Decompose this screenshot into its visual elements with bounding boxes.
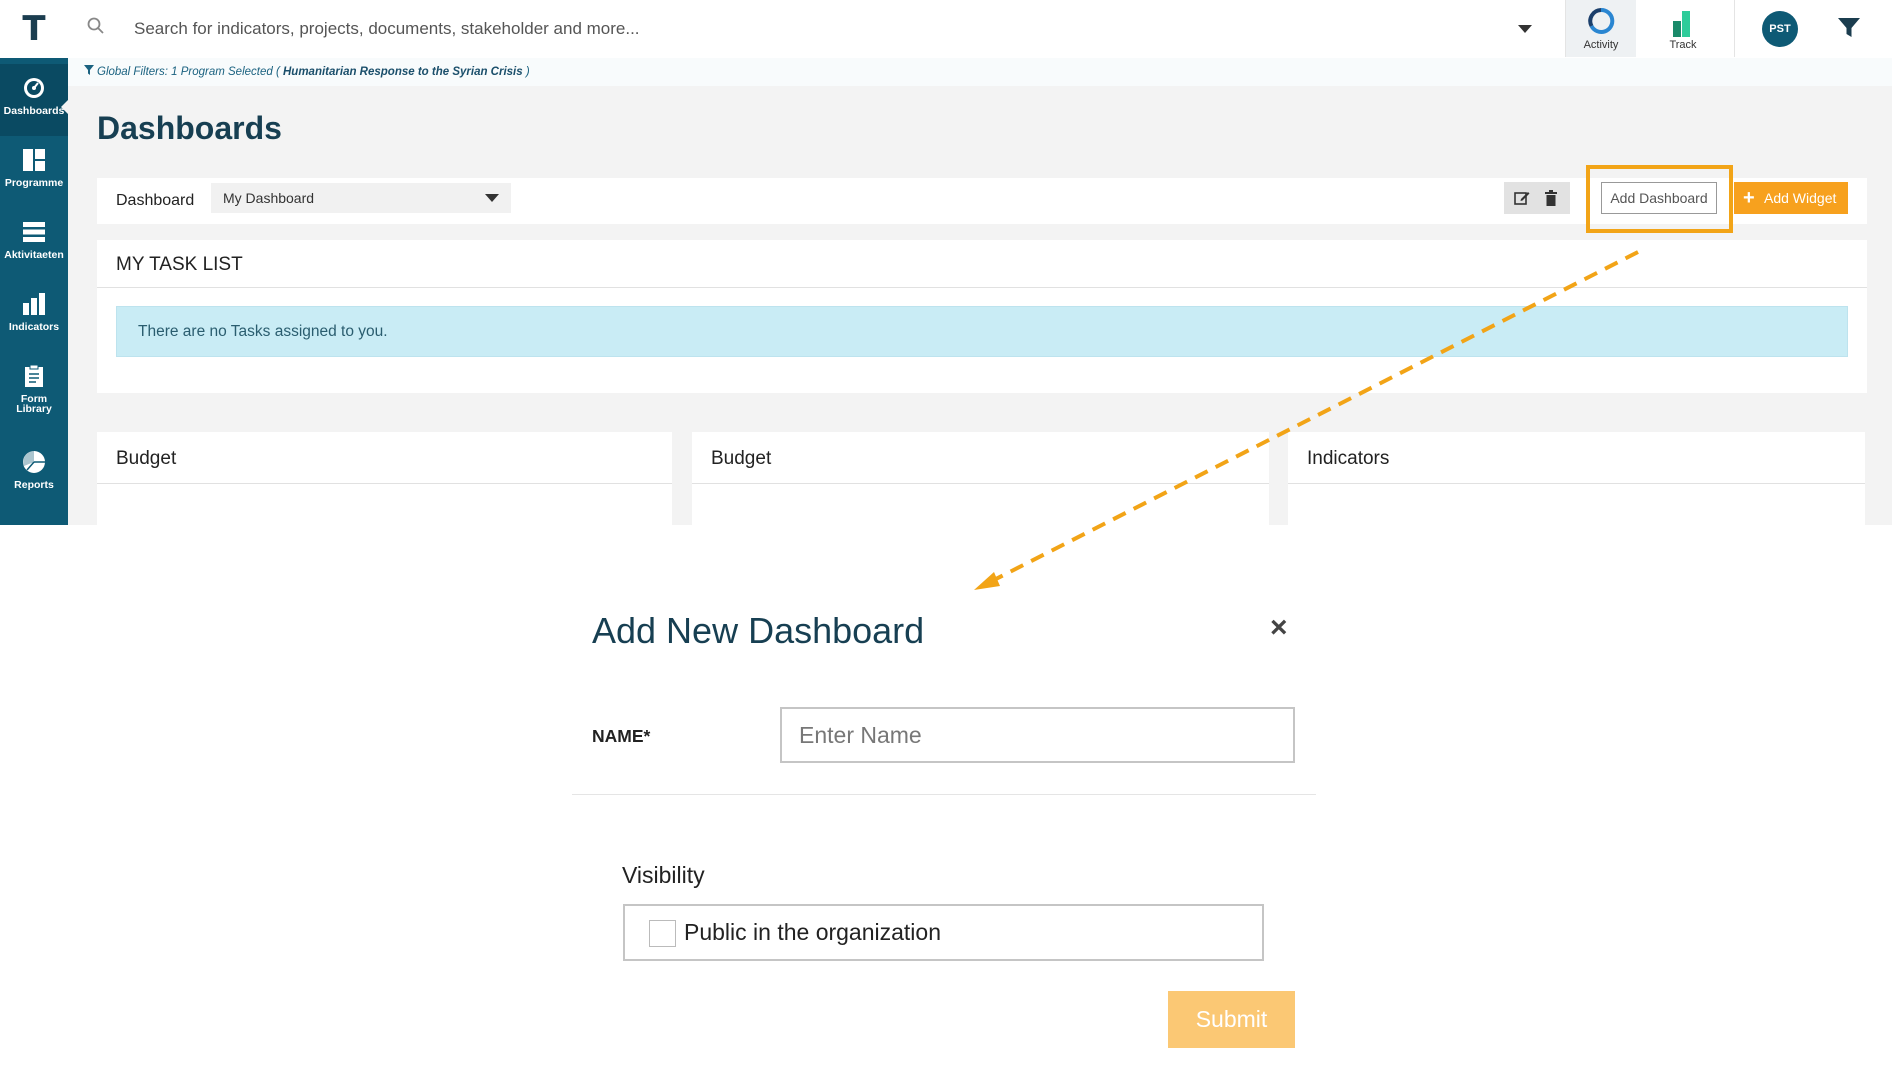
track-app-button[interactable]: Track — [1648, 0, 1718, 57]
sidebar-item-label: Programme — [4, 177, 64, 189]
global-filter-bar[interactable]: Global Filters: 1 Program Selected ( Hum… — [68, 58, 1892, 86]
global-filter-prefix: Global Filters: 1 Program Selected ( — [97, 66, 280, 78]
modal-title: Add New Dashboard — [592, 610, 925, 651]
activity-label: Activity — [1583, 39, 1619, 51]
divider — [572, 794, 1316, 795]
add-widget-label: Add Widget — [1764, 190, 1837, 206]
global-search-input[interactable] — [134, 14, 1494, 44]
activity-app-button[interactable]: Activity — [1566, 0, 1636, 57]
dashboard-tool-group — [1504, 182, 1570, 214]
sidebar-item-reports[interactable]: Reports — [0, 438, 68, 510]
active-pointer — [61, 100, 68, 114]
task-empty-alert: There are no Tasks assigned to you. — [116, 306, 1848, 357]
track-icon — [1673, 11, 1690, 37]
sidebar-item-label: Indicators — [8, 321, 60, 333]
pie-chart-icon — [23, 451, 45, 473]
sidebar-item-form-library[interactable]: Form Library — [0, 352, 68, 436]
activity-icon — [1588, 7, 1615, 34]
public-checkbox[interactable] — [649, 920, 676, 947]
edit-icon[interactable] — [1514, 190, 1530, 206]
sidebar: Dashboards Programme Aktivitaeten Indica… — [0, 58, 68, 525]
sidebar-item-label: Dashboards — [3, 105, 65, 117]
close-icon[interactable]: × — [1270, 613, 1288, 643]
sidebar-item-indicators[interactable]: Indicators — [0, 280, 68, 352]
visibility-option: Public in the organization — [623, 904, 1264, 961]
divider — [97, 287, 1867, 288]
divider — [1734, 0, 1735, 57]
filter-icon[interactable] — [1836, 16, 1862, 40]
global-filter-program: Humanitarian Response to the Syrian Cris… — [283, 66, 523, 78]
dashboard-select-value: My Dashboard — [223, 190, 315, 206]
divider — [1288, 483, 1865, 484]
widget-budget[interactable]: Budget — [97, 432, 672, 525]
global-filter-suffix: ) — [525, 66, 530, 78]
widget-budget[interactable]: Budget — [692, 432, 1269, 525]
sidebar-item-programme[interactable]: Programme — [0, 136, 68, 208]
top-bar: T Activity Track PST — [0, 0, 1892, 58]
user-avatar[interactable]: PST — [1762, 11, 1798, 47]
divider — [97, 483, 672, 484]
plus-icon: + — [1743, 187, 1755, 209]
stack-icon — [23, 222, 45, 242]
filter-icon — [84, 65, 94, 75]
sidebar-item-label: Aktivitaeten — [4, 249, 64, 261]
divider — [692, 483, 1269, 484]
sidebar-item-label: Form Library — [16, 393, 52, 415]
dashboard-label: Dashboard — [116, 192, 195, 209]
track-label: Track — [1669, 39, 1697, 51]
page-title: Dashboards — [97, 110, 282, 146]
bar-chart-icon — [23, 293, 45, 315]
widget-title: Budget — [116, 448, 177, 469]
name-label: NAME* — [592, 726, 651, 746]
task-list-panel: MY TASK LIST There are no Tasks assigned… — [97, 240, 1867, 393]
chevron-down-icon — [485, 194, 499, 202]
public-option-label[interactable]: Public in the organization — [684, 919, 941, 946]
dashboard-select[interactable]: My Dashboard — [211, 183, 511, 213]
highlight-frame — [1586, 165, 1733, 233]
submit-button[interactable]: Submit — [1168, 991, 1295, 1048]
search-dropdown-icon[interactable] — [1518, 25, 1532, 33]
grid-icon — [23, 149, 45, 171]
widget-title: Indicators — [1307, 448, 1390, 469]
sidebar-item-aktivitaeten[interactable]: Aktivitaeten — [0, 208, 68, 280]
visibility-label: Visibility — [622, 862, 705, 888]
sidebar-item-dashboards[interactable]: Dashboards — [0, 64, 68, 136]
app-logo[interactable]: T — [0, 0, 68, 58]
task-list-title: MY TASK LIST — [116, 254, 243, 275]
clipboard-icon — [25, 364, 43, 387]
search-icon — [87, 17, 104, 34]
widgets-row: Budget Budget Indicators — [68, 400, 1892, 525]
gauge-icon — [24, 78, 44, 98]
widget-indicators[interactable]: Indicators — [1288, 432, 1865, 525]
sidebar-item-label: Reports — [14, 479, 54, 491]
widget-title: Budget — [711, 448, 772, 469]
add-widget-button[interactable]: + Add Widget — [1734, 182, 1848, 214]
trash-icon[interactable] — [1544, 190, 1558, 206]
dashboard-name-input[interactable] — [780, 707, 1295, 763]
